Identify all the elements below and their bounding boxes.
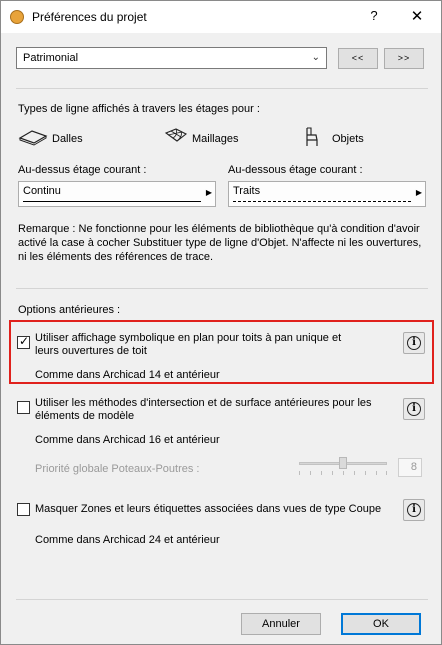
title-bar: Préférences du projet ? ✕ — [1, 1, 441, 33]
above-story-line-type-selector[interactable]: Continu ▶ — [18, 181, 216, 207]
archicad-app-icon — [10, 10, 24, 24]
info-icon: i — [407, 503, 421, 517]
above-story-label: Au-dessus étage courant : — [18, 164, 147, 176]
previous-preset-button[interactable]: << — [338, 48, 378, 69]
solid-line-sample — [23, 201, 201, 202]
next-preset-button[interactable]: >> — [384, 48, 424, 69]
category-label-meshes: Maillages — [192, 133, 239, 145]
divider — [16, 88, 428, 89]
divider — [16, 599, 428, 600]
roof-symbolic-display-label: Utiliser affichage symbolique en plan po… — [35, 332, 342, 357]
info-button[interactable]: i — [403, 499, 425, 521]
divider — [16, 288, 428, 289]
below-story-line-type-selector[interactable]: Traits ▶ — [228, 181, 426, 207]
line-types-heading: Types de ligne affichés à travers les ét… — [18, 103, 260, 115]
close-button[interactable]: ✕ — [408, 7, 426, 25]
help-button[interactable]: ? — [367, 8, 381, 23]
mesh-icon — [164, 128, 188, 142]
below-story-label: Au-dessous étage courant : — [228, 164, 363, 176]
priority-slider-ticks — [299, 471, 387, 475]
legacy-intersection-checkbox[interactable] — [17, 401, 30, 414]
remark-text: Remarque : Ne fonctionne pour les élémen… — [18, 223, 422, 263]
column-beam-priority-label: Priorité globale Poteaux-Poutres : — [35, 463, 200, 475]
info-button[interactable]: i — [403, 398, 425, 420]
preset-select-value: Patrimonial — [23, 52, 79, 64]
below-line-type-value: Traits — [233, 185, 261, 197]
chair-object-icon — [306, 127, 318, 146]
legacy-options-heading: Options antérieures : — [18, 304, 121, 316]
triangle-right-icon: ▶ — [205, 188, 212, 197]
slab-icon — [18, 130, 48, 146]
roof-symbolic-display-checkbox[interactable]: ✓ — [17, 334, 30, 349]
info-icon: i — [407, 336, 421, 350]
hide-zones-note: Comme dans Archicad 24 et antérieur — [35, 534, 220, 546]
priority-slider-thumb[interactable] — [339, 457, 347, 469]
triangle-right-icon: ▶ — [415, 188, 422, 197]
info-icon: i — [407, 402, 421, 416]
above-line-type-value: Continu — [23, 185, 61, 197]
category-label-objects: Objets — [332, 133, 364, 145]
checkmark-icon: ✓ — [19, 334, 30, 348]
dashed-line-sample — [233, 201, 411, 202]
cancel-button[interactable]: Annuler — [241, 613, 321, 635]
preferences-dialog: Préférences du projet ? ✕ Patrimonial ⌄ … — [0, 0, 442, 645]
info-button[interactable]: i — [403, 332, 425, 354]
ok-button[interactable]: OK — [341, 613, 421, 635]
chevron-down-icon: ⌄ — [311, 52, 320, 63]
hide-zones-checkbox[interactable] — [17, 503, 30, 516]
priority-value-field[interactable]: 8 — [398, 458, 422, 477]
preset-select[interactable]: Patrimonial ⌄ — [16, 47, 327, 69]
hide-zones-label: Masquer Zones et leurs étiquettes associ… — [35, 503, 382, 515]
category-label-slabs: Dalles — [52, 133, 83, 145]
roof-symbolic-display-note: Comme dans Archicad 14 et antérieur — [35, 369, 220, 381]
legacy-intersection-label: Utiliser les méthodes d'intersection et … — [35, 397, 372, 422]
window-title: Préférences du projet — [32, 10, 147, 24]
legacy-intersection-note: Comme dans Archicad 16 et antérieur — [35, 434, 220, 446]
